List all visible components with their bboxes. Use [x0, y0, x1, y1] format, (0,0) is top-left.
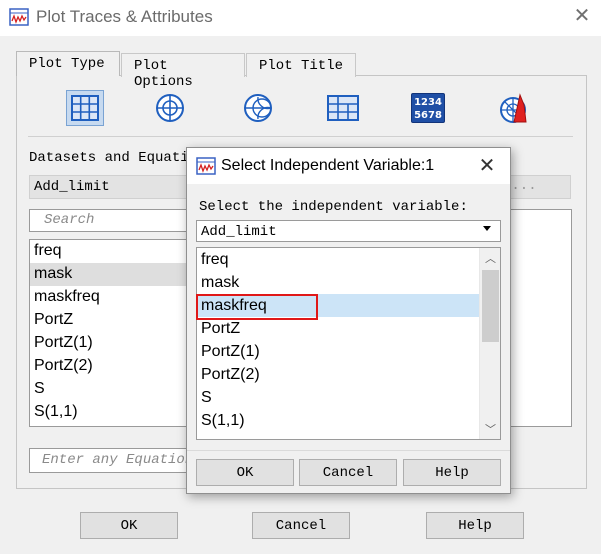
help-button[interactable]: Help	[403, 459, 501, 486]
dropdown-arrow-icon[interactable]	[483, 226, 491, 231]
list-item[interactable]: PortZ(2)	[30, 355, 198, 378]
list-item[interactable]: S(1,1)	[197, 409, 479, 432]
ok-button[interactable]: OK	[196, 459, 294, 486]
instruction-label: Select the independent variable:	[199, 199, 468, 215]
select-variable-dialog: Select Independent Variable:1 ✕ Select t…	[186, 147, 511, 494]
tab-plot-title[interactable]: Plot Title	[246, 53, 356, 77]
list-item[interactable]: freq	[30, 240, 198, 263]
list-item[interactable]: maskfreq	[30, 286, 198, 309]
list-item[interactable]: freq	[197, 248, 479, 271]
list-item[interactable]: S	[197, 386, 479, 409]
antenna-plot-icon	[500, 93, 527, 123]
numeric-display-icon: 1234 5678	[411, 93, 445, 123]
divider	[187, 450, 510, 451]
scroll-down-icon[interactable]: ﹀	[480, 421, 500, 437]
scroll-thumb[interactable]	[482, 270, 499, 342]
polar-plot-icon	[156, 94, 184, 122]
close-icon[interactable]: ✕	[477, 156, 497, 176]
divider	[28, 136, 573, 137]
rectangular-plot-button[interactable]	[66, 90, 104, 126]
list-item[interactable]: PortZ	[197, 317, 479, 340]
independent-variable-list[interactable]: freq mask maskfreq PortZ PortZ(1) PortZ(…	[196, 247, 501, 440]
list-item[interactable]: PortZ	[30, 309, 198, 332]
list-item[interactable]: S(1,1)	[30, 401, 198, 424]
waveform-app-icon	[9, 8, 29, 26]
window-title: Plot Traces & Attributes	[36, 7, 213, 26]
variable-list[interactable]: freq mask maskfreq PortZ PortZ(1) PortZ(…	[29, 239, 199, 427]
numeric-icon-line2: 5678	[414, 110, 442, 121]
help-button[interactable]: Help	[426, 512, 524, 539]
list-item[interactable]: mask	[197, 271, 479, 294]
dataset-select[interactable]: Add_limit	[196, 220, 501, 242]
cancel-button[interactable]: Cancel	[299, 459, 397, 486]
equation-input[interactable]: Enter any Equation	[29, 448, 199, 473]
numeric-icon-line1: 1234	[414, 97, 442, 108]
dialog-title: Select Independent Variable:1	[221, 157, 435, 174]
list-item[interactable]: S	[30, 378, 198, 401]
polar-plot-button[interactable]	[151, 90, 189, 126]
list-item[interactable]: PortZ(1)	[30, 332, 198, 355]
smith-chart-icon	[244, 94, 272, 122]
rectangular-plot-icon	[71, 95, 99, 121]
scrollbar[interactable]: ︿ ﹀	[479, 248, 500, 439]
list-table-button[interactable]	[324, 90, 362, 126]
smith-chart-button[interactable]	[239, 90, 277, 126]
numeric-display-button[interactable]: 1234 5678	[409, 90, 447, 126]
list-item[interactable]: PortZ(2)	[197, 363, 479, 386]
cancel-button[interactable]: Cancel	[252, 512, 350, 539]
antenna-plot-button[interactable]	[496, 90, 534, 126]
datasets-label: Datasets and Equatio	[29, 150, 198, 166]
annotation-highlight-box	[196, 294, 318, 320]
list-item[interactable]: mask	[30, 263, 198, 286]
search-input[interactable]: Search	[29, 209, 199, 232]
waveform-app-icon	[196, 157, 216, 175]
list-item[interactable]: PortZ(1)	[197, 340, 479, 363]
tab-plot-options[interactable]: Plot Options	[121, 53, 245, 90]
tab-plot-type[interactable]: Plot Type	[16, 51, 120, 76]
list-table-icon	[327, 95, 359, 121]
ok-button[interactable]: OK	[80, 512, 178, 539]
close-icon[interactable]: ✕	[572, 6, 592, 26]
scroll-up-icon[interactable]: ︿	[480, 250, 500, 266]
